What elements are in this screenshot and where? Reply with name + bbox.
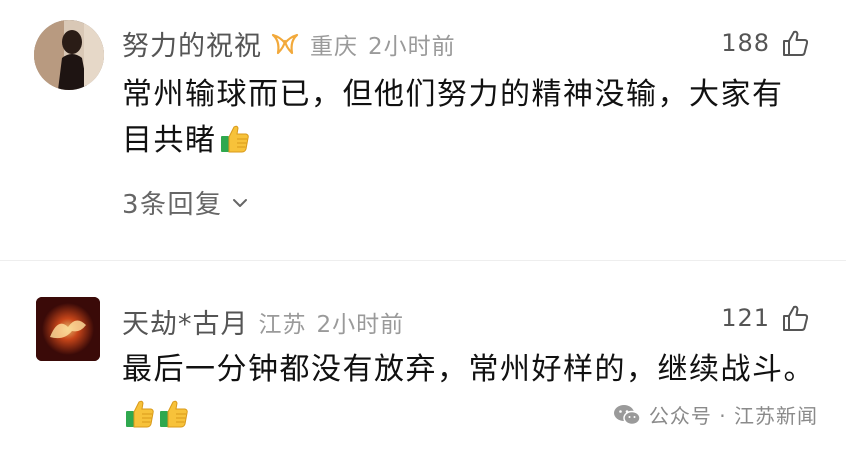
like-count: 188 (721, 29, 770, 57)
view-replies-button[interactable]: 3条回复 (122, 184, 251, 221)
comment-text-line: 目共睹 (122, 118, 784, 164)
comment-text-tail: 目共睹 (122, 123, 217, 158)
thumbs-up-outline-icon (783, 305, 809, 331)
comment-text-line: 常州输球而已，但他们努力的精神没输，大家有 (122, 77, 784, 112)
user-location: 重庆 (310, 33, 358, 60)
comment-text: 常州输球而已，但他们努力的精神没输，大家有 目共睹 (122, 72, 784, 164)
thumbs-up-emoji-icon (220, 125, 249, 153)
chevron-down-icon (232, 198, 247, 207)
like-button[interactable]: 121 (721, 303, 810, 333)
user-nickname[interactable]: 努力的祝祝 (122, 24, 262, 63)
thumbs-up-emoji-icon (126, 400, 154, 428)
thumbs-up-outline-icon (783, 30, 809, 56)
avatar[interactable] (36, 297, 100, 361)
thumbs-up-emoji-icon (160, 400, 188, 428)
replies-count: 3条回复 (122, 190, 223, 220)
wechat-icon (613, 404, 641, 425)
watermark-text: 公众号 · 江苏新闻 (648, 404, 818, 428)
fan-badge-icon (271, 33, 299, 54)
comment-text-line: 最后一分钟都没有放弃，常州好样的，继续战斗。 (122, 352, 815, 387)
avatar-image (36, 297, 100, 361)
comment-time: 2小时前 (368, 33, 456, 60)
like-count: 121 (721, 304, 770, 332)
comment-time: 2小时前 (316, 311, 405, 338)
watermark: 公众号 · 江苏新闻 (613, 400, 818, 429)
avatar-image (34, 20, 104, 90)
comment-item: 努力的祝祝 重庆 2小时前 188 常州输球而已，但他们努力的精神没输，大家有 … (0, 0, 846, 260)
user-nickname[interactable]: 天劫*古月 (122, 302, 249, 341)
avatar[interactable] (34, 20, 104, 90)
user-location: 江苏 (258, 311, 307, 338)
like-button[interactable]: 188 (721, 28, 810, 58)
